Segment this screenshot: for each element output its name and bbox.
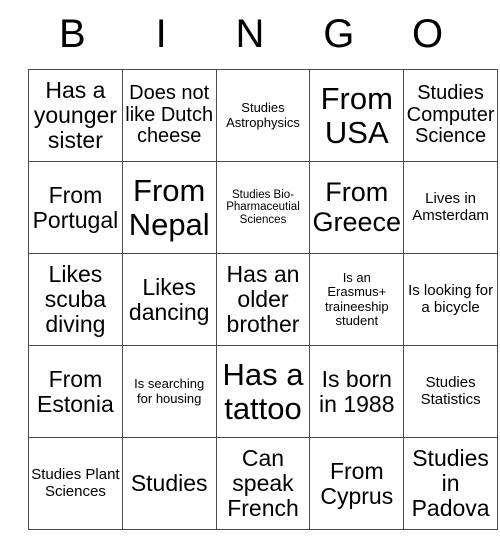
bingo-card: B I N G O Has a younger sister Does not … — [28, 0, 498, 544]
bingo-row: Has a younger sister Does not like Dutch… — [28, 69, 498, 162]
bingo-cell[interactable]: Studies Statistics — [403, 345, 498, 438]
bingo-cell-text: Has a younger sister — [33, 77, 117, 153]
bingo-cell[interactable]: Studies Bio-Pharmaceutial Sciences — [215, 161, 311, 254]
bingo-cell-text: Studies Bio-Pharmaceutial Sciences — [226, 188, 300, 226]
bingo-grid: Has a younger sister Does not like Dutch… — [28, 69, 498, 530]
bingo-cell[interactable]: From Nepal — [121, 161, 217, 254]
bingo-cell-text: Can speak French — [227, 445, 299, 521]
bingo-cell-text: Studies Astrophysics — [226, 100, 300, 130]
bingo-cell[interactable]: Has an older brother — [215, 253, 311, 346]
bingo-cell-text: Studies Statistics — [420, 374, 481, 408]
bingo-cell[interactable]: From Cyprus — [309, 437, 405, 530]
bingo-cell-text: Has a tattoo — [222, 357, 304, 426]
bingo-cell[interactable]: Studies Astrophysics — [215, 69, 311, 162]
bingo-row: From Estonia Is searching for housing Ha… — [28, 345, 498, 438]
bingo-cell[interactable]: Studies in Padova — [403, 437, 498, 530]
bingo-cell[interactable]: Is looking for a bicycle — [403, 253, 498, 346]
bingo-cell[interactable]: From Estonia — [28, 345, 123, 438]
bingo-cell[interactable]: Has a younger sister — [28, 69, 123, 162]
bingo-cell[interactable]: From Portugal — [28, 161, 123, 254]
bingo-header-letter-i: I — [155, 12, 167, 56]
bingo-cell-text: Likes scuba diving — [44, 261, 107, 337]
bingo-cell[interactable]: Studies — [121, 437, 217, 530]
bingo-row: From Portugal From Nepal Studies Bio-Pha… — [28, 161, 498, 254]
bingo-cell[interactable]: Is born in 1988 — [309, 345, 405, 438]
bingo-cell-text: Studies in Padova — [411, 445, 490, 521]
bingo-cell-text: Studies Computer Science — [406, 82, 495, 148]
bingo-cell-text: From USA — [320, 81, 393, 150]
bingo-cell[interactable]: Studies Plant Sciences — [28, 437, 123, 530]
bingo-cell[interactable]: Is searching for housing — [121, 345, 217, 438]
bingo-header-letter-n: N — [235, 12, 265, 56]
bingo-cell-text: Studies Plant Sciences — [31, 466, 120, 500]
bingo-cell[interactable]: Has a tattoo — [215, 345, 311, 438]
bingo-cell-text: From Greece — [312, 177, 402, 237]
bingo-cell[interactable]: Studies Computer Science — [403, 69, 498, 162]
bingo-cell-text: Is born in 1988 — [319, 365, 395, 417]
bingo-cell-text: Has an older brother — [226, 261, 300, 337]
bingo-row: Likes scuba diving Likes dancing Has an … — [28, 253, 498, 346]
bingo-cell[interactable]: Likes scuba diving — [28, 253, 123, 346]
bingo-cell-text: From Cyprus — [320, 457, 394, 509]
bingo-cell[interactable]: From Greece — [309, 161, 405, 254]
bingo-header-row: B I N G O — [28, 0, 472, 69]
bingo-cell-text: Is searching for housing — [134, 376, 205, 406]
bingo-cell-text: Does not like Dutch cheese — [125, 82, 214, 148]
bingo-cell[interactable]: Lives in Amsterdam — [403, 161, 498, 254]
bingo-cell-text: Studies — [130, 470, 208, 497]
bingo-cell[interactable]: From USA — [309, 69, 405, 162]
bingo-header-letter-o: O — [412, 12, 444, 56]
bingo-cell-text: Lives in Amsterdam — [412, 190, 489, 224]
bingo-cell-text: Is looking for a bicycle — [408, 282, 494, 316]
bingo-row: Studies Plant Sciences Studies Can speak… — [28, 437, 498, 530]
bingo-cell[interactable]: Can speak French — [215, 437, 311, 530]
bingo-cell[interactable]: Is an Erasmus+ traineeship student — [309, 253, 405, 346]
bingo-cell[interactable]: Does not like Dutch cheese — [121, 69, 217, 162]
bingo-cell-text: From Nepal — [128, 173, 210, 242]
bingo-cell-text: Is an Erasmus+ traineeship student — [324, 270, 389, 328]
bingo-cell-text: Likes dancing — [128, 273, 210, 325]
bingo-header-letter-b: B — [59, 12, 86, 56]
bingo-cell-text: From Portugal — [32, 181, 119, 233]
bingo-header-letter-g: G — [323, 12, 355, 56]
bingo-cell[interactable]: Likes dancing — [121, 253, 217, 346]
bingo-cell-text: From Estonia — [37, 365, 114, 417]
